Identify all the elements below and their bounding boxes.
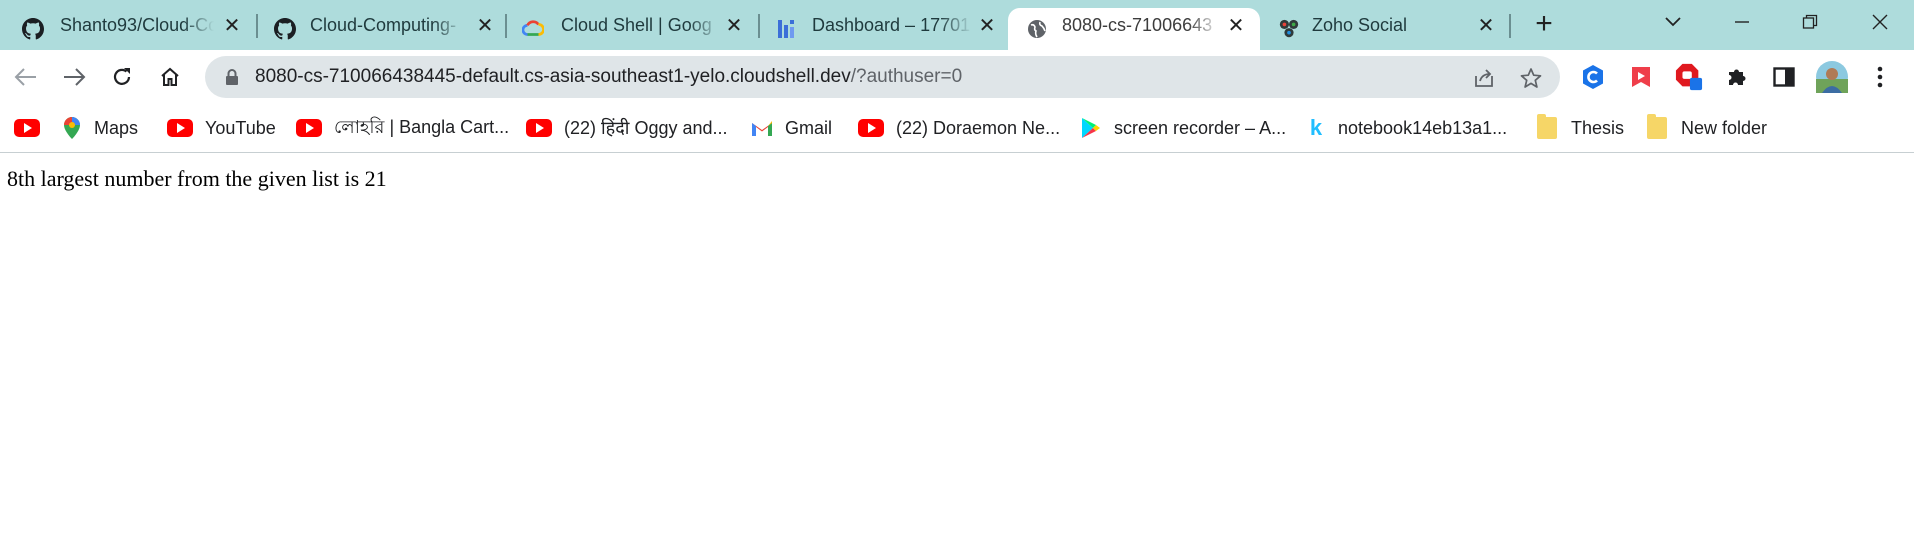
address-bar[interactable]: 8080-cs-710066438445-default.cs-asia-sou… bbox=[205, 56, 1560, 98]
close-icon[interactable]: ✕ bbox=[1476, 16, 1496, 36]
close-window-button[interactable] bbox=[1860, 8, 1900, 36]
extensions-puzzle-icon[interactable] bbox=[1723, 63, 1751, 91]
tab-cloud-shell[interactable]: Cloud Shell | Goog ✕ bbox=[500, 8, 755, 50]
url-text[interactable]: 8080-cs-710066438445-default.cs-asia-sou… bbox=[255, 56, 962, 98]
menu-kebab-icon[interactable] bbox=[1866, 63, 1894, 91]
bookmark-label: New folder bbox=[1681, 117, 1768, 138]
extension-c-icon[interactable] bbox=[1579, 63, 1607, 91]
url-path: /?authuser=0 bbox=[850, 66, 963, 87]
bookmark-folder-thesis[interactable]: Thesis bbox=[1535, 113, 1624, 143]
bookmarks-bar: Maps YouTube লোহরি | Bangla Cart... (22)… bbox=[0, 105, 1914, 153]
bookmark-folder-new[interactable]: New folder bbox=[1645, 113, 1767, 143]
close-icon[interactable]: ✕ bbox=[475, 16, 495, 36]
tab-divider bbox=[1509, 14, 1511, 38]
bookmark-label: YouTube bbox=[205, 117, 276, 138]
restore-button[interactable] bbox=[1790, 8, 1830, 36]
tab-title: Cloud-Computing- bbox=[310, 15, 457, 35]
forward-button[interactable] bbox=[59, 62, 89, 92]
tab-title: Dashboard – 17701 bbox=[812, 15, 971, 35]
github-icon bbox=[274, 18, 296, 40]
bookmark-label: Maps bbox=[94, 117, 139, 138]
close-icon[interactable]: ✕ bbox=[1226, 16, 1246, 36]
back-button[interactable] bbox=[11, 62, 41, 92]
bookmark-label: Thesis bbox=[1571, 117, 1625, 138]
share-icon[interactable] bbox=[1472, 66, 1496, 90]
bookmark-gmail[interactable]: Gmail bbox=[751, 113, 832, 143]
maps-icon bbox=[62, 117, 82, 139]
zoho-icon bbox=[1278, 18, 1300, 40]
bookmark-label: Gmail bbox=[785, 117, 833, 138]
url-host: 8080-cs-710066438445-default.cs-asia-sou… bbox=[255, 66, 851, 87]
profile-avatar[interactable] bbox=[1816, 61, 1848, 93]
tab-cloudshell-8080[interactable]: 8080-cs-71006643 ✕ bbox=[1008, 8, 1260, 50]
close-icon[interactable]: ✕ bbox=[724, 16, 744, 36]
tab-title: Zoho Social bbox=[1312, 15, 1408, 35]
bookmark-label: screen recorder – A... bbox=[1114, 117, 1287, 138]
bookmark-youtube[interactable]: YouTube bbox=[167, 113, 276, 143]
folder-icon bbox=[1535, 114, 1559, 139]
tab-dashboard[interactable]: Dashboard – 17701 ✕ bbox=[752, 8, 1007, 50]
tab-title: 8080-cs-71006643 bbox=[1062, 15, 1213, 35]
result-text: 8th largest number from the given list i… bbox=[7, 166, 387, 191]
extension-adblock-icon[interactable] bbox=[1675, 63, 1703, 91]
play-store-icon bbox=[1080, 117, 1102, 139]
bookmark-label: লোহরি | Bangla Cart... bbox=[334, 116, 510, 137]
minimize-button[interactable] bbox=[1722, 8, 1762, 36]
youtube-icon bbox=[296, 117, 322, 139]
bookmark-maps[interactable]: Maps bbox=[62, 113, 138, 143]
tab-strip: Shanto93/Cloud-Co ✕ Cloud-Computing- ✕ C… bbox=[0, 0, 1914, 50]
youtube-icon bbox=[858, 117, 884, 139]
reload-button[interactable] bbox=[107, 62, 137, 92]
kaggle-icon: k bbox=[1309, 115, 1323, 140]
folder-icon bbox=[1645, 114, 1669, 139]
bookmark-label: (22) Doraemon Ne... bbox=[896, 117, 1061, 138]
tab-title: Cloud Shell | Goog bbox=[561, 15, 712, 35]
bookmark-label: notebook14eb13a1... bbox=[1338, 117, 1508, 138]
new-tab-button[interactable]: + bbox=[1528, 9, 1560, 42]
lock-icon[interactable] bbox=[225, 69, 239, 85]
gmail-icon bbox=[751, 117, 773, 139]
youtube-icon bbox=[14, 117, 40, 139]
bookmark-kaggle-notebook[interactable]: k notebook14eb13a1... bbox=[1306, 113, 1507, 143]
youtube-icon bbox=[526, 117, 552, 139]
dashboard-icon bbox=[776, 18, 798, 40]
toolbar: 8080-cs-710066438445-default.cs-asia-sou… bbox=[0, 50, 1914, 105]
tab-zoho-social[interactable]: Zoho Social ✕ bbox=[1262, 8, 1517, 50]
bookmark-label: (22) हिंदी Oggy and... bbox=[564, 118, 728, 138]
close-icon[interactable]: ✕ bbox=[222, 16, 242, 36]
tab-title: Shanto93/Cloud-Co bbox=[60, 15, 214, 35]
bookmark-bangla-cartoon[interactable]: লোহরি | Bangla Cart... bbox=[296, 113, 509, 143]
bookmark-oggy-hindi[interactable]: (22) हिंदी Oggy and... bbox=[526, 113, 728, 143]
tab-github-cloud-computing[interactable]: Cloud-Computing- ✕ bbox=[250, 8, 505, 50]
tab-search-button[interactable] bbox=[1653, 8, 1693, 36]
youtube-icon bbox=[167, 117, 193, 139]
home-button[interactable] bbox=[155, 62, 185, 92]
tab-github-cloud-co[interactable]: Shanto93/Cloud-Co ✕ bbox=[0, 8, 255, 50]
side-panel-icon[interactable] bbox=[1770, 63, 1798, 91]
bookmark-screen-recorder[interactable]: screen recorder – A... bbox=[1080, 113, 1286, 143]
close-icon[interactable]: ✕ bbox=[977, 16, 997, 36]
google-cloud-icon bbox=[522, 18, 544, 40]
page-viewport: 8th largest number from the given list i… bbox=[0, 154, 1914, 543]
bookmark-star-icon[interactable] bbox=[1519, 66, 1543, 90]
bookmark-youtube-home[interactable] bbox=[14, 113, 52, 143]
extension-bookmark-icon[interactable] bbox=[1627, 63, 1655, 91]
globe-icon bbox=[1026, 18, 1048, 40]
bookmark-doraemon[interactable]: (22) Doraemon Ne... bbox=[858, 113, 1060, 143]
github-icon bbox=[22, 18, 44, 40]
